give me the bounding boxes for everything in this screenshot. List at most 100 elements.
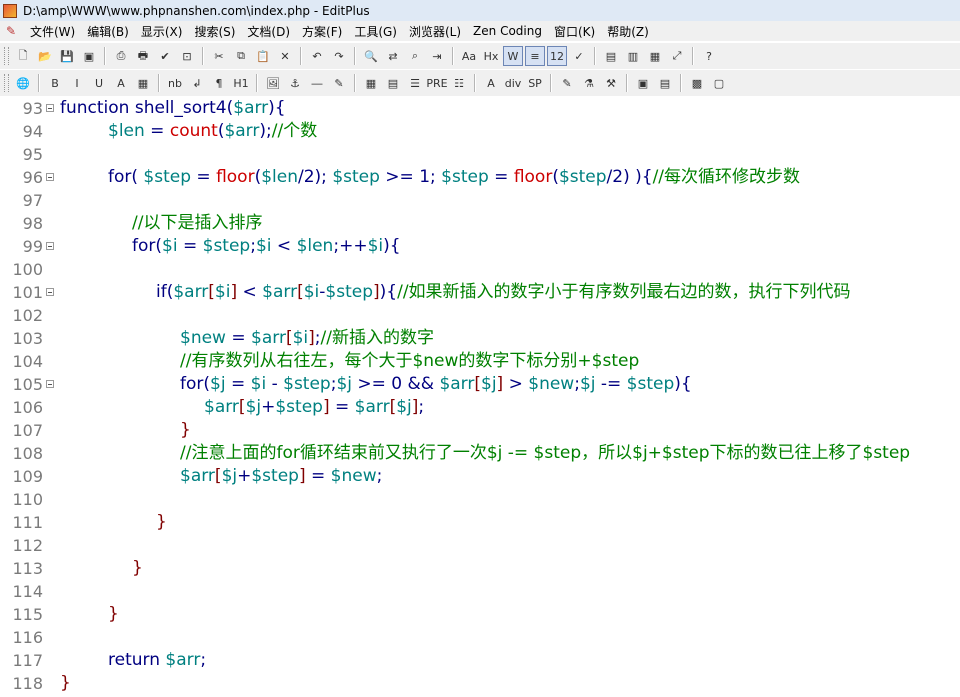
menu-item[interactable]: 编辑(B): [81, 23, 135, 40]
code-line[interactable]: 103 $new = $arr[$i];//新插入的数字: [0, 327, 960, 350]
replace-icon[interactable]: ⇄: [383, 46, 403, 66]
code-line[interactable]: 95: [0, 143, 960, 166]
table-icon[interactable]: ▦: [361, 73, 381, 93]
span-icon[interactable]: SP: [525, 73, 545, 93]
code-line[interactable]: 118}: [0, 672, 960, 695]
cliptext-icon[interactable]: ▥: [623, 46, 643, 66]
color-picker-icon[interactable]: ▦: [133, 73, 153, 93]
menu-item[interactable]: 搜索(S): [188, 23, 241, 40]
code-line[interactable]: 110: [0, 488, 960, 511]
layout-icon[interactable]: ▣: [633, 73, 653, 93]
window-icon[interactable]: ▢: [709, 73, 729, 93]
heading-tag-icon[interactable]: H1: [231, 73, 251, 93]
list-icon[interactable]: ☷: [449, 73, 469, 93]
tools-icon[interactable]: ⚒: [601, 73, 621, 93]
code-line[interactable]: 112: [0, 534, 960, 557]
div-icon[interactable]: div: [503, 73, 523, 93]
menu-item[interactable]: 文件(W): [24, 23, 81, 40]
code-line[interactable]: 106 $arr[$j+$step] = $arr[$j];: [0, 396, 960, 419]
fold-collapse-icon[interactable]: [46, 288, 54, 296]
menu-item[interactable]: 显示(X): [135, 23, 189, 40]
code-line[interactable]: 97: [0, 189, 960, 212]
edit-icon[interactable]: ✎: [557, 73, 577, 93]
line-number-icon[interactable]: 12: [547, 46, 567, 66]
wand-icon[interactable]: ⚗: [579, 73, 599, 93]
redo-icon[interactable]: ↷: [329, 46, 349, 66]
comment-icon[interactable]: ✎: [329, 73, 349, 93]
code-line[interactable]: 104 //有序数列从右往左，每个大于$new的数字下标分别+$step: [0, 350, 960, 373]
code-line[interactable]: 115}: [0, 603, 960, 626]
font-color-icon[interactable]: A: [111, 73, 131, 93]
code-line[interactable]: 96 for( $step = floor($len/2); $step >= 1…: [0, 166, 960, 189]
find-in-files-icon[interactable]: ⌕: [405, 46, 425, 66]
center-icon[interactable]: ☰: [405, 73, 425, 93]
palette-icon[interactable]: ▩: [687, 73, 707, 93]
directory-icon[interactable]: ▤: [601, 46, 621, 66]
menu-item[interactable]: Zen Coding: [467, 24, 548, 38]
code-line[interactable]: 109 $arr[$j+$step] = $new;: [0, 465, 960, 488]
image-icon[interactable]: 🖼: [263, 73, 283, 93]
fold-collapse-icon[interactable]: [46, 380, 54, 388]
code-line[interactable]: 101 if($arr[$i] < $arr[$i-$step]){//如果新插入…: [0, 281, 960, 304]
panel-icon[interactable]: ▤: [655, 73, 675, 93]
abbr-icon[interactable]: A: [481, 73, 501, 93]
fold-collapse-icon[interactable]: [46, 242, 54, 250]
output-icon[interactable]: ▦: [645, 46, 665, 66]
code-line[interactable]: 114: [0, 580, 960, 603]
save-all-icon[interactable]: ▣: [79, 46, 99, 66]
code-line[interactable]: 93 function shell_sort4($arr){: [0, 97, 960, 120]
goto-line-icon[interactable]: ⇥: [427, 46, 447, 66]
toolbar-grip[interactable]: [4, 47, 9, 65]
fold-collapse-icon[interactable]: [46, 173, 54, 181]
new-file-icon[interactable]: 🗋: [13, 46, 33, 66]
nbsp-icon[interactable]: nb: [165, 73, 185, 93]
menu-item[interactable]: 窗口(K): [548, 23, 601, 40]
spellcheck-icon[interactable]: ✔: [155, 46, 175, 66]
open-file-icon[interactable]: 📂: [35, 46, 55, 66]
code-line[interactable]: 117 return $arr;: [0, 649, 960, 672]
delete-icon[interactable]: ✕: [275, 46, 295, 66]
code-line[interactable]: 105 for($j = $i - $step;$j >= 0 && $arr[$…: [0, 373, 960, 396]
menu-item[interactable]: 文档(D): [241, 23, 296, 40]
code-line[interactable]: 100: [0, 258, 960, 281]
undo-icon[interactable]: ↶: [307, 46, 327, 66]
find-icon[interactable]: 🔍: [361, 46, 381, 66]
code-line[interactable]: 108 //注意上面的for循环结束前又执行了一次$j -= $step，所以$j…: [0, 442, 960, 465]
paste-icon[interactable]: 📋: [253, 46, 273, 66]
pre-icon[interactable]: PRE: [426, 73, 447, 93]
code-line[interactable]: 107}: [0, 419, 960, 442]
print-icon[interactable]: 🖶: [133, 46, 153, 66]
menu-item[interactable]: 方案(F): [296, 23, 348, 40]
help-icon[interactable]: ?: [699, 46, 719, 66]
cut-icon[interactable]: ✂: [209, 46, 229, 66]
menu-item[interactable]: 帮助(Z): [601, 23, 655, 40]
ruler-icon[interactable]: ≡: [525, 46, 545, 66]
anchor-icon[interactable]: ⚓: [285, 73, 305, 93]
copy-icon[interactable]: ⧉: [231, 46, 251, 66]
code-line[interactable]: 99 for($i = $step;$i < $len;++$i){: [0, 235, 960, 258]
web-icon[interactable]: 🌐: [13, 73, 33, 93]
paragraph-icon[interactable]: ¶: [209, 73, 229, 93]
save-icon[interactable]: 💾: [57, 46, 77, 66]
linebreak-icon[interactable]: ↲: [187, 73, 207, 93]
hr-icon[interactable]: ―: [307, 73, 327, 93]
code-line[interactable]: 116: [0, 626, 960, 649]
code-line[interactable]: 102: [0, 304, 960, 327]
toolbar-grip[interactable]: [4, 74, 9, 92]
underline-icon[interactable]: U: [89, 73, 109, 93]
form-icon[interactable]: ▤: [383, 73, 403, 93]
code-line[interactable]: 94 $len = count($arr);//个数: [0, 120, 960, 143]
heading-icon[interactable]: Hx: [481, 46, 501, 66]
fullscreen-icon[interactable]: ⤢: [667, 46, 687, 66]
code-editor[interactable]: 93 function shell_sort4($arr){94 $len = co…: [0, 96, 960, 697]
browser-preview-icon[interactable]: ⊡: [177, 46, 197, 66]
menu-item[interactable]: 工具(G): [348, 23, 403, 40]
print-preview-icon[interactable]: ⎙: [111, 46, 131, 66]
code-line[interactable]: 98 //以下是插入排序: [0, 212, 960, 235]
bold-icon[interactable]: B: [45, 73, 65, 93]
code-line[interactable]: 111}: [0, 511, 960, 534]
checkmark-icon[interactable]: ✓: [569, 46, 589, 66]
fold-collapse-icon[interactable]: [46, 104, 54, 112]
menu-item[interactable]: 浏览器(L): [403, 23, 467, 40]
font-icon[interactable]: Aa: [459, 46, 479, 66]
